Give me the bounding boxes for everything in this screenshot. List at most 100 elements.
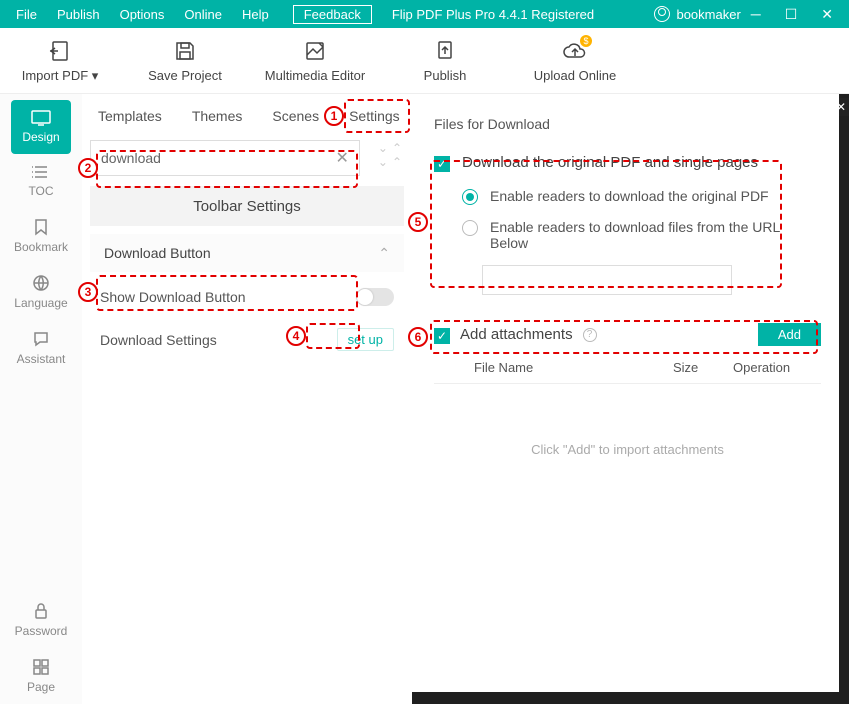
rail-password-label: Password bbox=[15, 624, 68, 638]
search-input[interactable] bbox=[101, 150, 335, 166]
expand-all-icon[interactable]: ⌃⌃ bbox=[392, 141, 402, 169]
maximize-button[interactable]: ☐ bbox=[785, 6, 798, 23]
radio-url-row: Enable readers to download files from th… bbox=[462, 219, 821, 251]
badge-dollar-icon: $ bbox=[580, 35, 592, 47]
files-for-download-dialog: Files for Download ✓ Download the origin… bbox=[412, 94, 839, 692]
feedback-button[interactable]: Feedback bbox=[293, 5, 372, 24]
col-size: Size bbox=[673, 360, 733, 375]
download-original-row: ✓ Download the original PDF and single p… bbox=[434, 154, 821, 172]
tab-scenes[interactable]: Scenes bbox=[272, 108, 319, 124]
lock-icon bbox=[32, 602, 50, 620]
add-attachments-checkbox[interactable]: ✓ bbox=[434, 328, 450, 344]
settings-column: Templates Themes Scenes Settings ✕ ⌄⌄ ⌃⌃… bbox=[82, 94, 412, 704]
monitor-icon bbox=[30, 110, 52, 126]
save-project-label: Save Project bbox=[148, 68, 222, 83]
window-controls: ─ ☐ ✕ bbox=[751, 6, 843, 23]
menu-options[interactable]: Options bbox=[110, 7, 175, 22]
menu-online[interactable]: Online bbox=[174, 7, 232, 22]
radio-original-pdf-label: Enable readers to download the original … bbox=[490, 188, 769, 204]
preview-panel: ✕ Files for Download ✓ Download the orig… bbox=[412, 94, 849, 704]
rail-language[interactable]: Language bbox=[11, 264, 71, 320]
download-radio-group: Enable readers to download the original … bbox=[462, 188, 821, 251]
attachments-empty: Click "Add" to import attachments bbox=[434, 384, 821, 514]
toolbar: Import PDF ▾ Save Project Multimedia Edi… bbox=[0, 28, 849, 94]
rail-language-label: Language bbox=[14, 296, 67, 310]
menu-help[interactable]: Help bbox=[232, 7, 279, 22]
rail-page[interactable]: Page bbox=[11, 648, 71, 704]
rail-assistant[interactable]: Assistant bbox=[11, 320, 71, 376]
download-settings-label: Download Settings bbox=[100, 332, 217, 348]
save-project-button[interactable]: Save Project bbox=[120, 38, 250, 83]
multimedia-icon bbox=[304, 38, 326, 64]
user-name: bookmaker bbox=[676, 7, 740, 22]
radio-original-pdf-row: Enable readers to download the original … bbox=[462, 188, 821, 205]
globe-icon bbox=[32, 274, 50, 292]
url-input[interactable] bbox=[482, 265, 732, 295]
user-account[interactable]: bookmaker bbox=[654, 6, 740, 22]
rail-toc-label: TOC bbox=[28, 184, 53, 198]
upload-cloud-icon: $ bbox=[562, 38, 588, 64]
menu-publish[interactable]: Publish bbox=[47, 7, 110, 22]
radio-url[interactable] bbox=[462, 220, 478, 236]
help-icon[interactable]: ? bbox=[583, 328, 597, 342]
left-rail: Design TOC Bookmark Language Assistant P… bbox=[0, 94, 82, 704]
rail-password[interactable]: Password bbox=[11, 592, 71, 648]
col-filename: File Name bbox=[474, 360, 673, 375]
clear-search-icon[interactable]: ✕ bbox=[335, 148, 348, 168]
rail-design[interactable]: Design bbox=[11, 100, 71, 154]
avatar-icon bbox=[654, 6, 670, 22]
set-up-button[interactable]: set up bbox=[337, 328, 394, 351]
import-pdf-button[interactable]: Import PDF ▾ bbox=[0, 38, 120, 84]
radio-original-pdf[interactable] bbox=[462, 189, 478, 205]
app-title: Flip PDF Plus Pro 4.4.1 Registered bbox=[386, 7, 655, 22]
minimize-button[interactable]: ─ bbox=[751, 6, 761, 23]
rail-bookmark-label: Bookmark bbox=[14, 240, 68, 254]
list-icon bbox=[31, 164, 51, 180]
tab-themes[interactable]: Themes bbox=[192, 108, 243, 124]
rail-design-label: Design bbox=[22, 130, 59, 144]
download-button-label: Download Button bbox=[104, 245, 211, 261]
download-original-label: Download the original PDF and single pag… bbox=[462, 154, 758, 171]
download-settings-row: Download Settings set up bbox=[90, 322, 404, 357]
show-download-toggle[interactable] bbox=[356, 288, 394, 306]
rail-assistant-label: Assistant bbox=[17, 352, 66, 366]
settings-search[interactable]: ✕ bbox=[90, 140, 360, 176]
attachments-table-header: File Name Size Operation bbox=[434, 346, 821, 384]
grid-icon bbox=[32, 658, 50, 676]
main-menu: File Publish Options Online Help bbox=[6, 7, 279, 22]
download-original-checkbox[interactable]: ✓ bbox=[434, 156, 450, 172]
import-pdf-icon bbox=[48, 38, 72, 64]
titlebar: File Publish Options Online Help Feedbac… bbox=[0, 0, 849, 28]
design-tabs: Templates Themes Scenes Settings bbox=[82, 94, 412, 134]
tab-templates[interactable]: Templates bbox=[98, 108, 162, 124]
bookmark-icon bbox=[32, 218, 50, 236]
rail-toc[interactable]: TOC bbox=[11, 154, 71, 208]
menu-file[interactable]: File bbox=[6, 7, 47, 22]
publish-icon bbox=[434, 38, 456, 64]
multimedia-label: Multimedia Editor bbox=[265, 68, 365, 83]
close-button[interactable]: ✕ bbox=[821, 6, 833, 23]
toolbar-settings-header: Toolbar Settings bbox=[90, 186, 404, 226]
tab-settings[interactable]: Settings bbox=[349, 108, 400, 124]
publish-button[interactable]: Publish bbox=[380, 38, 510, 83]
upload-online-button[interactable]: $ Upload Online bbox=[510, 38, 640, 83]
publish-label: Publish bbox=[424, 68, 467, 83]
add-attachments-label: Add attachments bbox=[460, 326, 573, 343]
show-download-button-label: Show Download Button bbox=[100, 289, 246, 305]
rail-page-label: Page bbox=[27, 680, 55, 694]
dialog-title: Files for Download bbox=[434, 116, 821, 132]
chat-icon bbox=[32, 330, 50, 348]
show-download-button-row: Show Download Button bbox=[90, 282, 404, 312]
multimedia-editor-button[interactable]: Multimedia Editor bbox=[250, 38, 380, 83]
save-icon bbox=[174, 38, 196, 64]
import-pdf-label: Import PDF ▾ bbox=[22, 68, 99, 84]
add-button[interactable]: Add bbox=[758, 323, 821, 346]
radio-url-label: Enable readers to download files from th… bbox=[490, 219, 821, 251]
collapse-all-icon[interactable]: ⌄⌄ bbox=[378, 141, 388, 169]
add-attachments-row: ✓ Add attachments ? Add bbox=[434, 323, 821, 346]
col-operation: Operation bbox=[733, 360, 813, 375]
chevron-up-icon: ⌃ bbox=[378, 245, 390, 262]
download-button-accordion[interactable]: Download Button ⌃ bbox=[90, 234, 404, 272]
rail-bookmark[interactable]: Bookmark bbox=[11, 208, 71, 264]
upload-online-label: Upload Online bbox=[534, 68, 616, 83]
